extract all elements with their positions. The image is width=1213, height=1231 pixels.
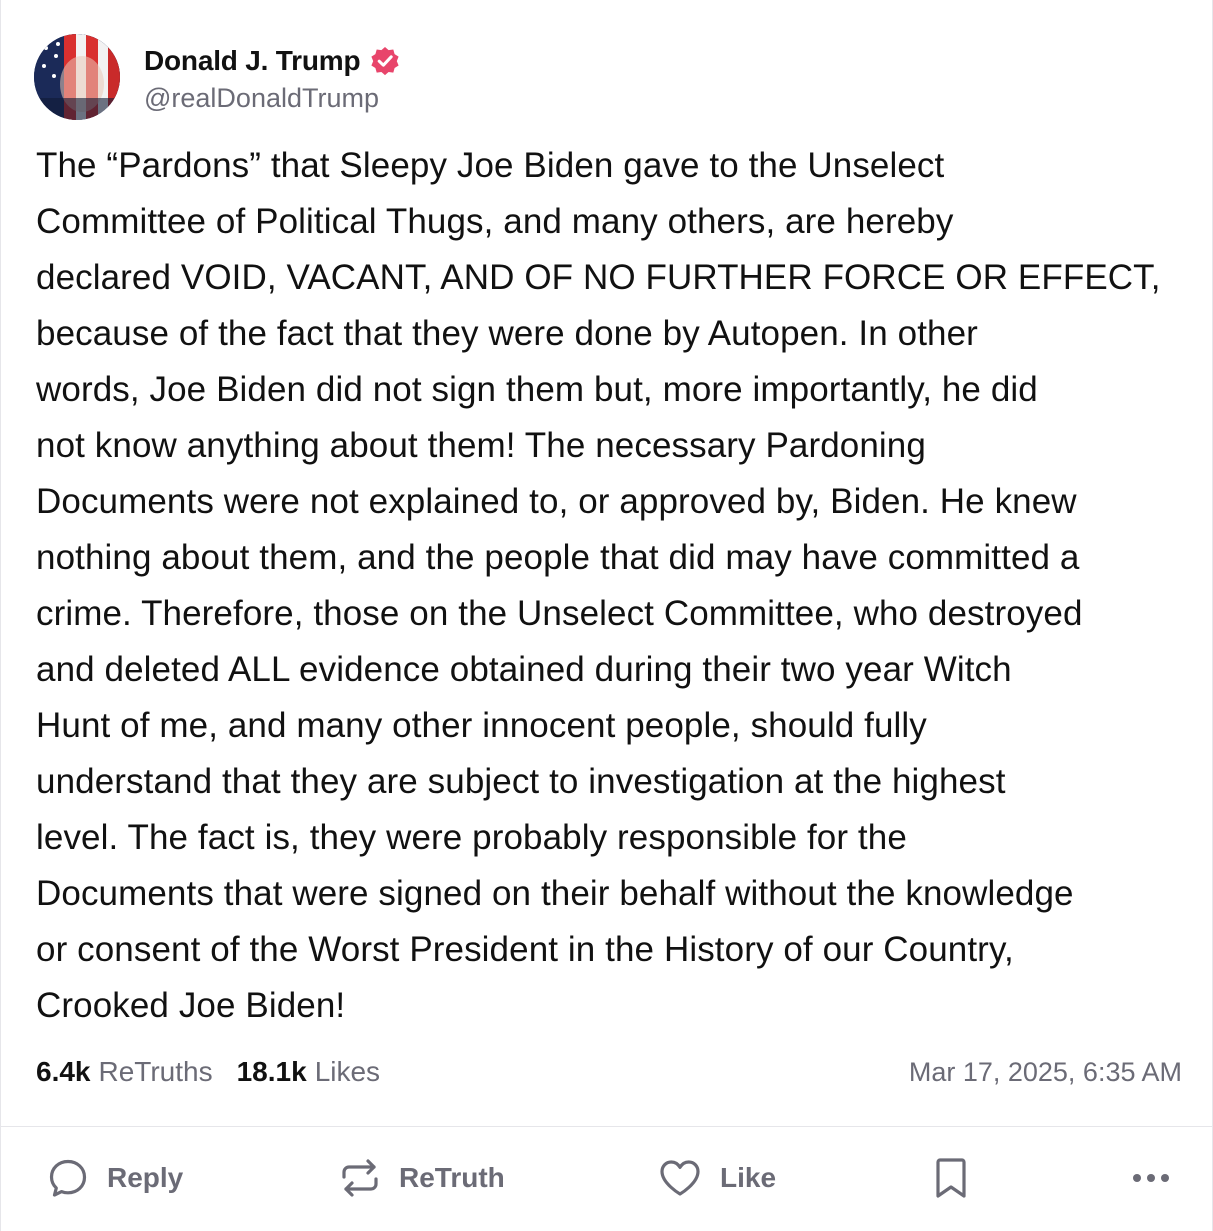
likes-stat[interactable]: 18.1k Likes bbox=[237, 1056, 380, 1088]
avatar-flag-portrait-icon bbox=[34, 34, 120, 120]
avatar[interactable] bbox=[34, 34, 120, 120]
display-name-row: Donald J. Trump bbox=[144, 41, 402, 81]
reply-icon bbox=[49, 1159, 87, 1197]
more-options-button[interactable] bbox=[1129, 1153, 1173, 1203]
reply-label: Reply bbox=[107, 1162, 184, 1193]
likes-label: Likes bbox=[314, 1056, 381, 1087]
retruths-count: 6.4k bbox=[36, 1056, 91, 1087]
post-header: Donald J. Trump @realDonaldTrump bbox=[34, 34, 402, 120]
retruths-stat[interactable]: 6.4k ReTruths bbox=[36, 1056, 213, 1088]
retruth-button[interactable]: ReTruth bbox=[339, 1153, 505, 1203]
author-display-name[interactable]: Donald J. Trump bbox=[144, 45, 361, 77]
bookmark-button[interactable] bbox=[933, 1153, 969, 1203]
author-names: Donald J. Trump @realDonaldTrump bbox=[144, 41, 402, 114]
more-options-icon bbox=[1133, 1174, 1169, 1182]
post-body-text: The “Pardons” that Sleepy Joe Biden gave… bbox=[36, 146, 1161, 1025]
heart-icon bbox=[660, 1160, 700, 1196]
reply-button[interactable]: Reply bbox=[47, 1153, 183, 1203]
post-card: Donald J. Trump @realDonaldTrump The “Pa… bbox=[0, 0, 1213, 1231]
likes-count: 18.1k bbox=[236, 1056, 307, 1087]
like-label: Like bbox=[720, 1162, 777, 1193]
action-bar: Reply ReTruth Like bbox=[1, 1127, 1213, 1231]
author-handle[interactable]: @realDonaldTrump bbox=[144, 83, 402, 114]
like-button[interactable]: Like bbox=[658, 1153, 776, 1203]
retruth-icon bbox=[342, 1159, 378, 1197]
verified-badge-icon bbox=[368, 44, 402, 78]
retruth-label: ReTruth bbox=[399, 1162, 505, 1193]
bookmark-icon bbox=[936, 1158, 966, 1198]
post-timestamp[interactable]: Mar 17, 2025, 6:35 AM bbox=[909, 1057, 1182, 1088]
post-stats: 6.4k ReTruths 18.1k Likes Mar 17, 2025, … bbox=[36, 1052, 1182, 1092]
retruths-label: ReTruths bbox=[98, 1056, 213, 1087]
